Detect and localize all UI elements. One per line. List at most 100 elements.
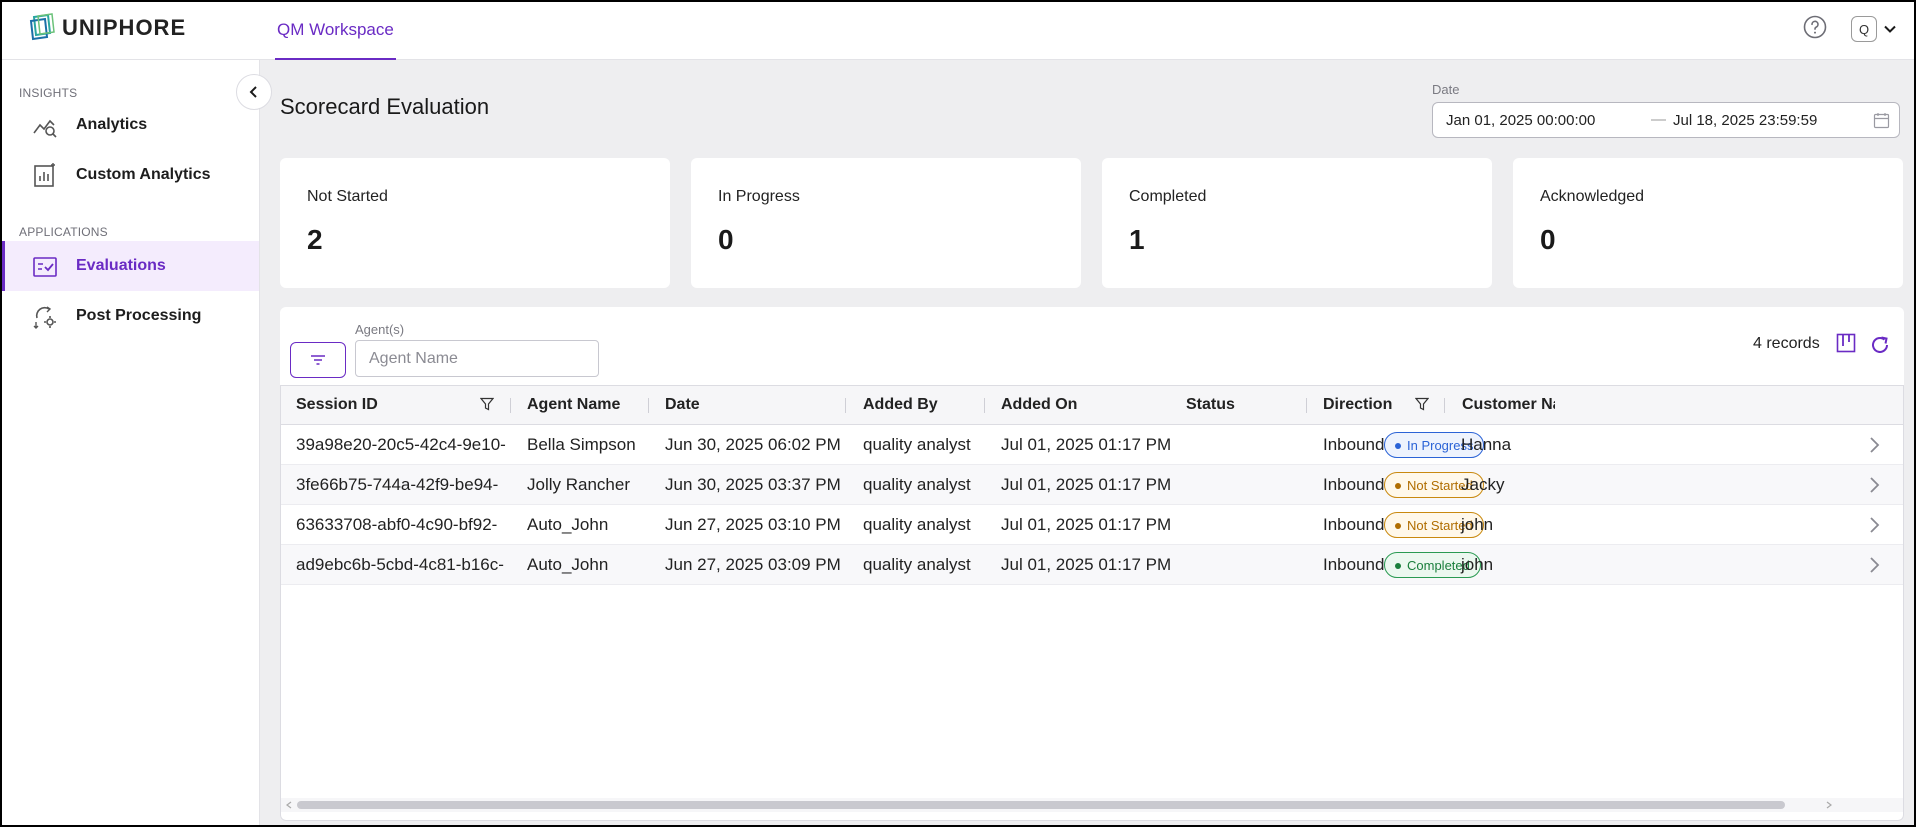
column-filter-icon[interactable] — [1415, 397, 1429, 411]
stat-card-completed: Completed 1 — [1102, 158, 1492, 288]
scroll-left-icon[interactable] — [285, 801, 293, 809]
cell-session-id: 39a98e20-20c5-42c4-9e10- — [296, 435, 506, 454]
cell-session-id: 3fe66b75-744a-42f9-be94- — [296, 475, 499, 494]
cell-added-by: quality analyst — [863, 515, 971, 534]
cell-session-id: ad9ebc6b-5cbd-4c81-b16c- — [296, 555, 504, 574]
cell-date: Jun 27, 2025 03:10 PM — [665, 515, 841, 534]
table-row[interactable]: 3fe66b75-744a-42f9-be94- Jolly Rancher J… — [281, 465, 1903, 505]
analytics-icon — [33, 119, 57, 138]
cell-agent-name: Bella Simpson — [527, 435, 636, 454]
column-separator[interactable] — [984, 398, 985, 413]
cell-added-by: quality analyst — [863, 555, 971, 574]
column-filter-icon[interactable] — [480, 397, 494, 411]
chevron-right-icon[interactable] — [1864, 515, 1884, 535]
cell-date: Jun 30, 2025 03:37 PM — [665, 475, 841, 494]
sidebar-item-evaluations[interactable]: Evaluations — [2, 241, 259, 291]
date-label: Date — [1432, 82, 1460, 97]
column-separator[interactable] — [510, 398, 511, 413]
col-header-customer-name[interactable]: Customer Nam — [1462, 396, 1555, 414]
table-row[interactable]: ad9ebc6b-5cbd-4c81-b16c- Auto_John Jun 2… — [281, 545, 1903, 585]
evaluations-icon — [33, 257, 57, 277]
top-bar: UNIPHORE QM Workspace Q — [2, 2, 1914, 60]
stat-value: 0 — [718, 224, 734, 255]
cell-added-on: Jul 01, 2025 01:17 PM — [1001, 515, 1172, 534]
chevron-left-icon — [249, 86, 257, 98]
sidebar-item-label: Analytics — [76, 116, 148, 133]
column-separator[interactable] — [648, 398, 649, 413]
chevron-right-icon[interactable] — [1864, 435, 1884, 455]
cell-customer-name: john — [1461, 515, 1494, 534]
cell-customer-name: john — [1461, 555, 1494, 574]
date-separator: — — [1651, 111, 1666, 128]
custom-analytics-icon — [34, 163, 55, 187]
stat-card-not-started: Not Started 2 — [280, 158, 670, 288]
sidebar-item-post-processing[interactable]: Post Processing — [2, 291, 259, 341]
date-end[interactable]: Jul 18, 2025 23:59:59 — [1673, 112, 1817, 129]
col-header-status[interactable]: Status — [1186, 396, 1235, 414]
date-range-picker[interactable]: Jan 01, 2025 00:00:00 — Jul 18, 2025 23:… — [1432, 102, 1900, 138]
sidebar-item-label: Post Processing — [76, 307, 202, 324]
horizontal-scrollbar[interactable] — [281, 798, 1903, 812]
sidebar-collapse-button[interactable] — [236, 74, 272, 110]
insights-section-label: INSIGHTS — [19, 86, 78, 100]
table-row[interactable]: 63633708-abf0-4c90-bf92- Auto_John Jun 2… — [281, 505, 1903, 545]
filter-button[interactable] — [290, 342, 346, 378]
evaluations-table: Session ID Agent Name Date Added By Adde… — [280, 385, 1904, 821]
chevron-right-icon[interactable] — [1864, 555, 1884, 575]
cell-added-by: quality analyst — [863, 475, 971, 494]
cell-agent-name: Jolly Rancher — [527, 475, 630, 494]
help-icon[interactable] — [1802, 14, 1828, 40]
main-content: Scorecard Evaluation Date Jan 01, 2025 0… — [260, 60, 1914, 825]
cell-direction: Inbound — [1323, 515, 1385, 534]
tab-qm-workspace[interactable]: QM Workspace — [275, 2, 396, 60]
sidebar-item-custom-analytics[interactable]: Custom Analytics — [2, 150, 259, 200]
column-separator[interactable] — [845, 398, 846, 413]
cell-added-by: quality analyst — [863, 435, 971, 454]
column-separator[interactable] — [1444, 398, 1445, 413]
applications-section-label: APPLICATIONS — [19, 225, 108, 239]
stat-card-acknowledged: Acknowledged 0 — [1513, 158, 1903, 288]
filter-lines-icon — [311, 355, 325, 365]
cell-added-on: Jul 01, 2025 01:17 PM — [1001, 475, 1172, 494]
col-header-added-on[interactable]: Added On — [1001, 396, 1077, 414]
chevron-right-icon[interactable] — [1864, 475, 1884, 495]
logo[interactable]: UNIPHORE — [28, 13, 186, 43]
table-row[interactable]: 39a98e20-20c5-42c4-9e10- Bella Simpson J… — [281, 425, 1903, 465]
col-header-date[interactable]: Date — [665, 396, 700, 414]
cell-added-on: Jul 01, 2025 01:17 PM — [1001, 555, 1172, 574]
cell-date: Jun 27, 2025 03:09 PM — [665, 555, 841, 574]
brand-name: UNIPHORE — [62, 15, 187, 40]
sidebar: INSIGHTS Analytics Custom Analytics APPL… — [2, 60, 260, 825]
page-title: Scorecard Evaluation — [280, 94, 490, 119]
sidebar-item-label: Custom Analytics — [76, 166, 211, 183]
agent-filter-label: Agent(s) — [355, 322, 405, 337]
column-separator[interactable] — [1306, 398, 1307, 413]
col-header-direction[interactable]: Direction — [1323, 396, 1392, 414]
scroll-right-icon[interactable] — [1825, 801, 1833, 809]
stat-label: Completed — [1129, 188, 1207, 205]
chevron-down-icon[interactable] — [1883, 22, 1897, 36]
calendar-icon[interactable] — [1873, 112, 1890, 129]
post-processing-icon — [33, 306, 56, 329]
cell-date: Jun 30, 2025 06:02 PM — [665, 435, 841, 454]
col-header-agent-name[interactable]: Agent Name — [527, 396, 620, 414]
user-menu[interactable]: Q — [1851, 16, 1897, 42]
columns-layout-icon[interactable] — [1836, 333, 1856, 353]
records-count: 4 records — [1753, 335, 1820, 352]
evaluations-table-panel: Agent(s) 4 records Session ID Agent Name… — [280, 307, 1904, 821]
table-header: Session ID Agent Name Date Added By Adde… — [281, 386, 1903, 425]
cell-session-id: 63633708-abf0-4c90-bf92- — [296, 515, 498, 534]
col-header-added-by[interactable]: Added By — [863, 396, 938, 414]
sidebar-item-analytics[interactable]: Analytics — [2, 100, 259, 150]
stat-card-in-progress: In Progress 0 — [691, 158, 1081, 288]
cell-added-on: Jul 01, 2025 01:17 PM — [1001, 435, 1172, 454]
cell-direction: Inbound — [1323, 435, 1385, 454]
stat-value: 1 — [1129, 224, 1145, 255]
scrollbar-thumb[interactable] — [297, 801, 1785, 809]
date-start[interactable]: Jan 01, 2025 00:00:00 — [1446, 112, 1595, 129]
col-header-session-id[interactable]: Session ID — [296, 396, 378, 414]
agent-name-input[interactable] — [355, 340, 599, 377]
refresh-icon[interactable] — [1869, 334, 1891, 356]
avatar[interactable]: Q — [1851, 16, 1877, 42]
cell-customer-name: Jacky — [1461, 475, 1505, 494]
